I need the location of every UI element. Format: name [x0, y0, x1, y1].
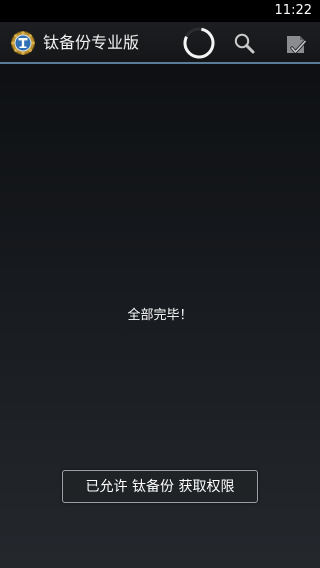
search-icon: [234, 33, 255, 54]
toast-text: 已允许 钛备份 获取权限: [85, 478, 235, 495]
checklist-icon: [287, 36, 307, 54]
permission-toast: 已允许 钛备份 获取权限: [62, 470, 258, 503]
status-time: 11:22: [274, 3, 312, 18]
batch-select-button[interactable]: [283, 31, 309, 57]
completion-message: 全部完毕！: [127, 308, 193, 323]
app-icon[interactable]: [11, 31, 35, 55]
screen: 11:22 钛备份专业版 全部完毕！ 已允许 钛备份 获取权限: [0, 0, 320, 568]
search-button[interactable]: [233, 32, 257, 56]
app-title: 钛备份专业版: [43, 33, 140, 52]
loading-spinner-icon: [183, 27, 215, 59]
status-bar: 11:22: [0, 0, 320, 22]
action-bar: 钛备份专业版: [0, 22, 320, 64]
